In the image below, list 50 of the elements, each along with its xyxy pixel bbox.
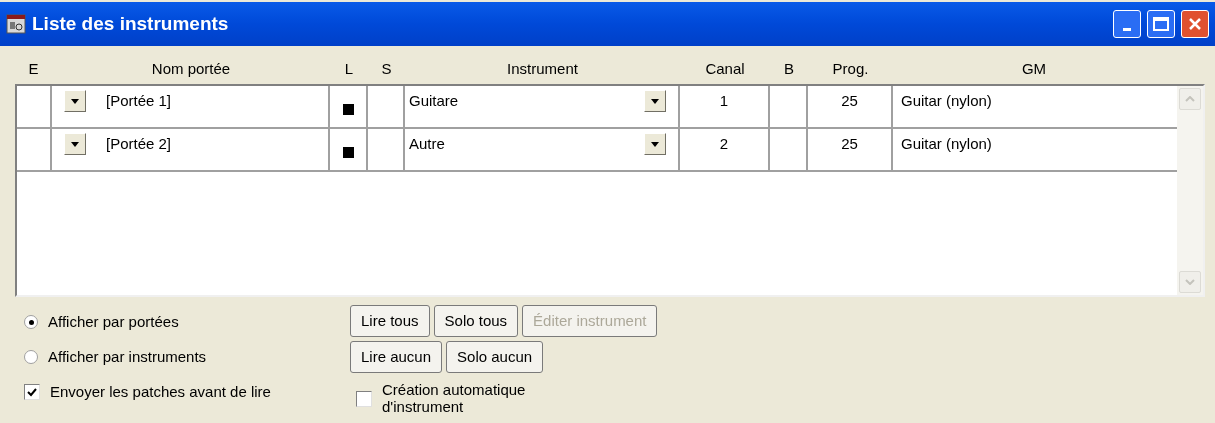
maximize-icon (1153, 17, 1169, 31)
app-icon (6, 14, 26, 34)
caret-icon (651, 141, 659, 147)
table-cell: Guitar (nylon) (901, 135, 992, 152)
column-header: Nom portée (151, 58, 231, 79)
column-header: E (28, 58, 39, 79)
action-button[interactable]: Lire tous (350, 305, 430, 337)
radio-button[interactable] (24, 315, 38, 329)
checkbox[interactable] (356, 391, 372, 407)
dropdown-button[interactable] (644, 133, 666, 155)
radio-label: Afficher par instruments (48, 346, 207, 367)
table-cell-text: 1 (719, 91, 729, 111)
play-indicator[interactable] (342, 147, 354, 158)
column-header: B (784, 58, 794, 79)
play-indicator[interactable] (342, 104, 354, 115)
table-cell-text: Guitare (409, 91, 459, 111)
table-cell-text: [Portée 2] (106, 134, 172, 154)
action-button[interactable]: Solo tous (433, 305, 519, 337)
action-button[interactable]: Lire aucun (350, 341, 443, 373)
radio-button[interactable] (24, 350, 38, 364)
table-cell-text: 2 (719, 134, 729, 154)
maximize-button[interactable] (1147, 10, 1175, 38)
minimize-button[interactable] (1113, 10, 1141, 38)
checkbox-label: Création automatique d'instrument (382, 381, 527, 415)
action-button[interactable]: Solo aucun (446, 341, 544, 373)
column-header: Prog. (832, 58, 869, 79)
table-cell-text: 25 (841, 91, 858, 111)
window-title: Liste des instruments (32, 11, 230, 36)
table-cell-text: 25 (841, 134, 858, 154)
dropdown-button[interactable] (64, 90, 86, 112)
dropdown-button[interactable] (644, 90, 666, 112)
column-header: Instrument (507, 58, 578, 79)
caret-icon (651, 98, 659, 104)
column-header: S (381, 58, 392, 79)
check-icon (27, 387, 37, 397)
checkbox-label: Envoyer les patches avant de lire (50, 381, 271, 402)
caret-icon (71, 141, 79, 147)
radio-label: Afficher par portées (48, 311, 179, 332)
close-icon (1188, 17, 1202, 31)
dropdown-button[interactable] (64, 133, 86, 155)
table-cell-text: [Portée 1] (106, 91, 172, 111)
minimize-icon (1123, 28, 1131, 31)
column-header: Canal (705, 58, 745, 79)
column-header: GM (1021, 58, 1047, 79)
table-cell: Guitar (nylon) (901, 92, 992, 109)
caret-icon (71, 98, 79, 104)
checkbox[interactable] (24, 384, 40, 400)
table-cell-text: Autre (409, 134, 445, 154)
close-button[interactable] (1181, 10, 1209, 38)
column-header: L (344, 58, 354, 79)
